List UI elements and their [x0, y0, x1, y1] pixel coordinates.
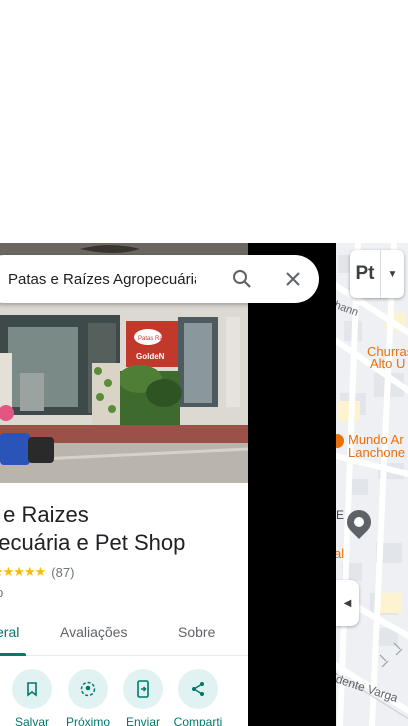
bookmark-icon [12, 669, 52, 709]
review-count[interactable]: (87) [51, 565, 74, 580]
save-label: Salvar [14, 715, 49, 726]
map-poi-label[interactable]: Lanchone [348, 446, 405, 459]
tab-reviews[interactable]: Avaliações [60, 624, 127, 640]
nearby-icon [68, 669, 108, 709]
share-button[interactable]: Comparti [170, 669, 226, 726]
storefront-sign-text: Patas Raízes [138, 336, 174, 342]
place-title-line-1: s e Raizes [0, 502, 89, 527]
search-box [0, 255, 319, 303]
storefront-sign-product: GoldeN [136, 352, 165, 361]
map-partial-label: E [336, 508, 345, 522]
place-panel: Patas Raízes GoldeN s e Raizes pecuária … [0, 243, 248, 726]
clear-search-button[interactable] [281, 267, 305, 291]
map-shade-band [248, 243, 336, 726]
tab-about[interactable]: Sobre [178, 624, 215, 640]
action-buttons: Salvar Próximo Enviar Comparti [0, 669, 248, 726]
map-poi-label: al [336, 546, 345, 561]
map-layers-button[interactable]: Pt ▼ [350, 250, 404, 298]
nearby-label: Próximo [65, 715, 110, 726]
collapse-panel-button[interactable]: ◀ [336, 580, 359, 626]
dropdown-arrow-icon[interactable]: ▼ [381, 269, 404, 280]
search-input[interactable] [8, 255, 196, 303]
place-tabs: eral Avaliações Sobre [0, 611, 248, 656]
search-button[interactable] [230, 267, 254, 291]
tab-overview[interactable]: eral [0, 624, 19, 640]
rating-stars-icon: ★★★★★ [0, 564, 46, 579]
search-icon [233, 270, 251, 288]
save-button[interactable]: Salvar [4, 669, 60, 726]
map-view[interactable]: hann Churras Alto U Mundo Ar Lanchone E … [336, 243, 408, 726]
share-icon [178, 669, 218, 709]
place-category[interactable]: p [0, 585, 3, 600]
rating-row[interactable]: ★★★★★ (87) [0, 564, 74, 580]
chevron-left-icon: ◀ [343, 597, 352, 609]
close-icon [286, 272, 300, 286]
layers-label: Pt [355, 263, 375, 284]
place-title: s e Raizes pecuária e Pet Shop [0, 501, 248, 557]
send-to-phone-icon [123, 669, 163, 709]
nearby-button[interactable]: Próximo [60, 669, 116, 726]
active-tab-indicator [0, 653, 26, 656]
send-label: Enviar [125, 715, 160, 726]
place-title-line-2: pecuária e Pet Shop [0, 530, 186, 555]
share-label: Comparti [173, 715, 223, 726]
send-to-phone-button[interactable]: Enviar [115, 669, 171, 726]
map-poi-label[interactable]: Alto U [370, 357, 405, 370]
